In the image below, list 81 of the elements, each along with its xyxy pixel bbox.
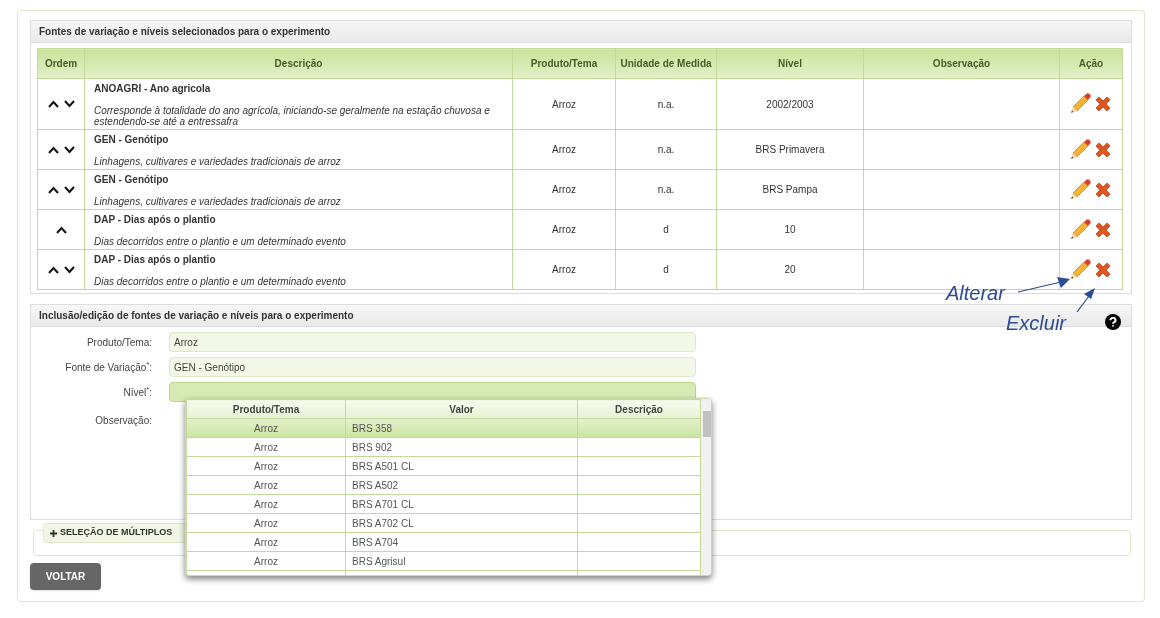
variation-name: GEN - Genótipo [94, 133, 170, 147]
table-cell: d [615, 249, 717, 290]
column-header: Ordem [37, 48, 85, 79]
table-cell: Arroz [186, 456, 346, 476]
table-cell: 20 [716, 249, 864, 290]
column-header: Observação [863, 48, 1060, 79]
pencil-icon[interactable] [1068, 138, 1091, 161]
table-cell: BRS Pampa [716, 169, 864, 210]
table-cell: Arroz [512, 78, 616, 130]
table-cell: Arroz [512, 209, 616, 250]
field-label: Nível$^{*}$: [123, 386, 152, 398]
variation-description: Dias decorridos entre o plantio e um determinado evento [94, 236, 347, 249]
column-header: Produto/Tema [512, 48, 616, 79]
input-field[interactable]: GEN - Genótipo [169, 357, 696, 377]
pencil-icon[interactable] [1068, 258, 1091, 281]
chevron-up-icon[interactable] [47, 145, 59, 154]
table-cell: BRS A704 [345, 532, 578, 552]
chevron-down-icon[interactable] [63, 100, 75, 108]
table-cell: 10 [716, 209, 864, 250]
plus-icon [50, 529, 57, 537]
annotation-label: Alterar [946, 283, 1005, 303]
back-button[interactable]: VOLTAR [30, 563, 101, 590]
table-cell: Arroz [186, 532, 346, 552]
section-header: Fontes de variação e níveis selecionados para o experimento [31, 21, 1131, 43]
table-cell: BRS A501 CL [345, 456, 578, 476]
column-header: Unidade de Medida [615, 48, 717, 79]
chevron-down-icon[interactable] [63, 145, 75, 154]
annotation-arrow [1076, 288, 1096, 313]
field-label: Produto/Tema: [86, 336, 152, 348]
table-cell: BRS A702 CL [345, 513, 578, 533]
variation-name: DAP - Dias após o plantio [94, 253, 217, 267]
variation-name: GEN - Genótipo [94, 173, 170, 187]
scrollbar[interactable] [701, 399, 711, 575]
table-cell: n.a. [615, 129, 717, 170]
section-header: Inclusão/edição de fontes de variação e níveis para o experimento [39, 309, 354, 323]
chevron-up-icon[interactable] [55, 225, 67, 234]
table-cell: n.a. [615, 169, 717, 210]
column-header: Nível [716, 48, 864, 79]
column-header: Descrição [84, 48, 513, 79]
column-header: Ação [1059, 48, 1123, 79]
table-cell: BRS Primavera [716, 129, 864, 170]
chevron-down-icon[interactable] [63, 265, 75, 274]
field-label: Fonte de Variação$^{*}$: [65, 361, 152, 373]
chevron-up-icon[interactable] [47, 265, 59, 274]
table-cell: Arroz [512, 249, 616, 290]
table-cell: BRS Agrisul [345, 551, 578, 571]
variation-description: Linhagens, cultivares e variedades tradicionais de arroz [94, 156, 342, 169]
table-cell: BRS A701 CL [345, 494, 578, 514]
variation-description: Dias decorridos entre o plantio e um determinado evento [94, 276, 347, 289]
variation-name: DAP - Dias após o plantio [94, 213, 217, 227]
input-field[interactable]: Arroz [169, 332, 696, 352]
pencil-icon[interactable] [1068, 218, 1091, 241]
field-label: Observação: [95, 415, 152, 426]
table-cell: 2002/2003 [716, 78, 864, 130]
table-cell: Arroz [186, 494, 346, 514]
table-cell: Arroz [186, 513, 346, 533]
table-cell: Arroz [186, 475, 346, 495]
table-cell: BRS 902 [345, 437, 578, 457]
variation-description: Corresponde à totalidade do ano agrícola, iniciando-se geralmente na estação chuvosa e estendendo-se até a entressafra [94, 105, 491, 129]
table-cell: d [615, 209, 717, 250]
table-cell: Arroz [512, 129, 616, 170]
table-cell: Arroz [186, 551, 346, 571]
table-cell: Arroz [186, 437, 346, 457]
table-cell: BRS A502 [345, 475, 578, 495]
table-cell: Arroz [512, 169, 616, 210]
annotation-label: Excluir [1006, 313, 1066, 333]
pencil-icon[interactable] [1068, 178, 1091, 201]
help-icon[interactable] [1105, 313, 1121, 330]
chevron-up-icon[interactable] [47, 185, 59, 194]
table-cell: Arroz [186, 418, 346, 438]
annotation-arrow [1017, 276, 1071, 293]
pencil-icon[interactable] [1068, 93, 1091, 115]
column-header: Descrição [577, 399, 701, 419]
table-cell: n.a. [615, 78, 717, 130]
chevron-down-icon[interactable] [63, 185, 75, 194]
chevron-up-icon[interactable] [47, 100, 59, 108]
table-cell: BRS 358 [345, 418, 578, 438]
variation-description: Linhagens, cultivares e variedades tradicionais de arroz [94, 196, 342, 209]
variation-name: ANOAGRI - Ano agricola [94, 82, 212, 96]
column-header: Produto/Tema [186, 399, 346, 419]
column-header: Valor [345, 399, 578, 419]
